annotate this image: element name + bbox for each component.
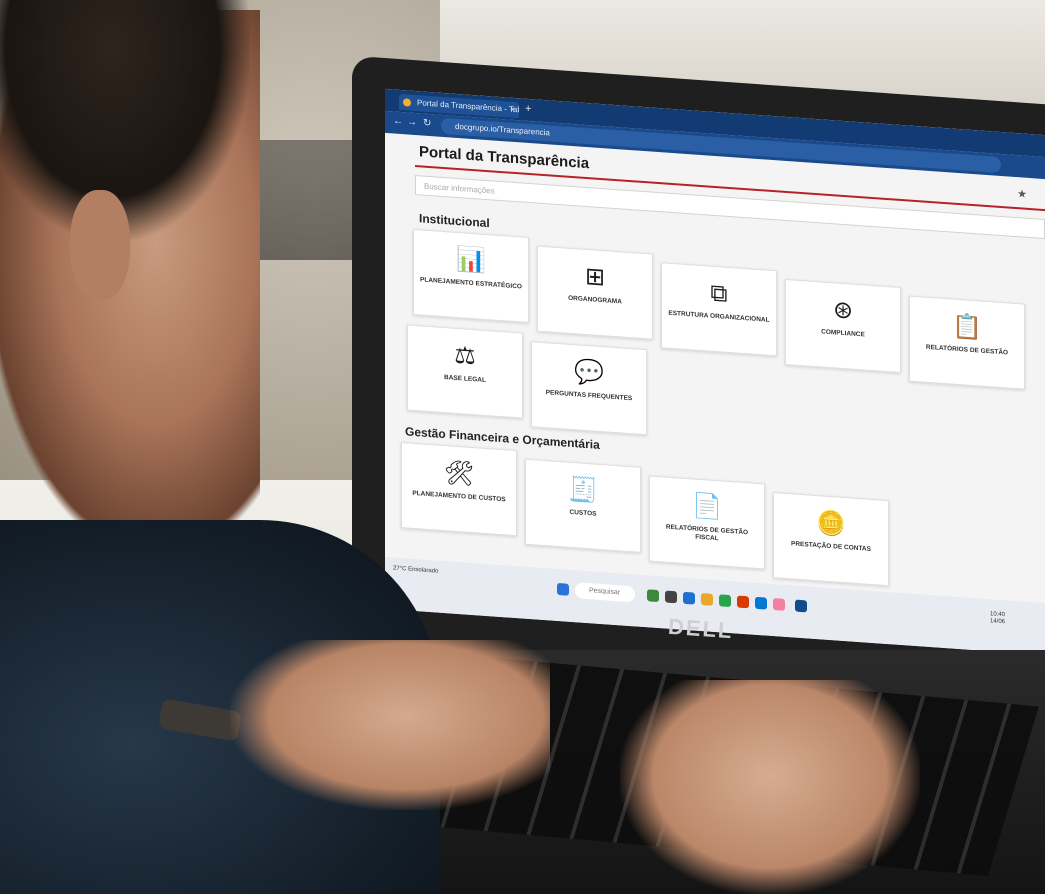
person-hair xyxy=(0,0,250,240)
tab-title: Portal da Transparência - Tabs xyxy=(417,98,519,115)
left-hand xyxy=(230,640,550,810)
widgets-icon[interactable] xyxy=(647,589,659,603)
card-custos[interactable]: 🧾 CUSTOS xyxy=(525,458,641,553)
taskbar-search[interactable]: Pesquisar xyxy=(575,582,635,603)
network-icon: ⊛ xyxy=(832,296,854,325)
section-title-institucional: Institucional xyxy=(419,211,490,231)
question-bubble-icon: 💬 xyxy=(574,358,604,388)
card-planejamento-de-custos[interactable]: 🛠 PLANEJAMENTO DE CUSTOS xyxy=(401,442,517,537)
clipboard-icon: 📋 xyxy=(952,312,982,342)
tools-document-icon: 🛠 xyxy=(443,459,475,489)
card-base-legal[interactable]: ⚖ BASE LEGAL xyxy=(407,324,523,419)
structure-icon: ⧉ xyxy=(710,279,728,308)
right-hand xyxy=(620,680,920,894)
card-planejamento-estrategico[interactable]: 📊 PLANEJAMENTO ESTRATÉGICO xyxy=(413,228,529,323)
office-icon[interactable] xyxy=(737,595,749,609)
person-ear xyxy=(70,190,130,300)
card-compliance[interactable]: ⊛ COMPLIANCE xyxy=(785,278,901,374)
reload-icon[interactable]: ↻ xyxy=(423,118,431,130)
card-relatorios-de-gestao[interactable]: 📋 RELATÓRIOS DE GESTÃO xyxy=(909,295,1025,390)
start-icon[interactable] xyxy=(557,582,569,596)
card-organograma[interactable]: ⊞ ORGANOGRAMA xyxy=(537,245,653,340)
report-icon: 📄 xyxy=(692,492,722,522)
bookmark-star-icon[interactable]: ★ xyxy=(1017,187,1027,201)
app-icon-2[interactable] xyxy=(795,599,807,613)
invoice-calculator-icon: 🧾 xyxy=(568,475,598,505)
chrome-icon[interactable] xyxy=(719,594,731,608)
card-prestacao-de-contas[interactable]: 🪙 PRESTAÇÃO DE CONTAS xyxy=(773,492,889,587)
presentation-chart-icon: 📊 xyxy=(456,245,486,275)
org-chart-icon: ⊞ xyxy=(584,262,606,292)
store-icon[interactable] xyxy=(755,596,767,610)
edge-icon[interactable] xyxy=(683,591,695,605)
card-estrutura-organizacional[interactable]: ⧉ ESTRUTURA ORGANIZACIONAL xyxy=(661,262,777,357)
coins-icon: 🪙 xyxy=(816,509,846,539)
forward-icon[interactable]: → xyxy=(407,116,417,128)
weather-widget[interactable]: 27°C Ensolarado xyxy=(393,565,438,575)
card-perguntas-frequentes[interactable]: 💬 PERGUNTAS FREQUENTES xyxy=(531,341,647,436)
favicon-icon xyxy=(403,98,411,107)
task-view-icon[interactable] xyxy=(665,590,677,604)
system-clock[interactable]: 10:40 14/06 xyxy=(990,611,1005,626)
laptop-screen: Portal da Transparência - Tabs × + ← → ↻… xyxy=(385,88,1045,656)
back-icon[interactable]: ← xyxy=(393,115,403,127)
file-explorer-icon[interactable] xyxy=(701,593,713,606)
search-input[interactable]: Buscar informações xyxy=(415,175,1045,240)
dell-logo: DELL xyxy=(667,613,735,644)
app-icon[interactable] xyxy=(773,598,785,611)
new-tab-button[interactable]: + xyxy=(525,103,531,115)
scales-icon: ⚖ xyxy=(454,341,476,371)
card-relatorios-de-gestao-fiscal[interactable]: 📄 RELATÓRIOS DE GESTÃO FISCAL xyxy=(649,475,765,570)
close-tab-icon[interactable]: × xyxy=(510,102,515,118)
